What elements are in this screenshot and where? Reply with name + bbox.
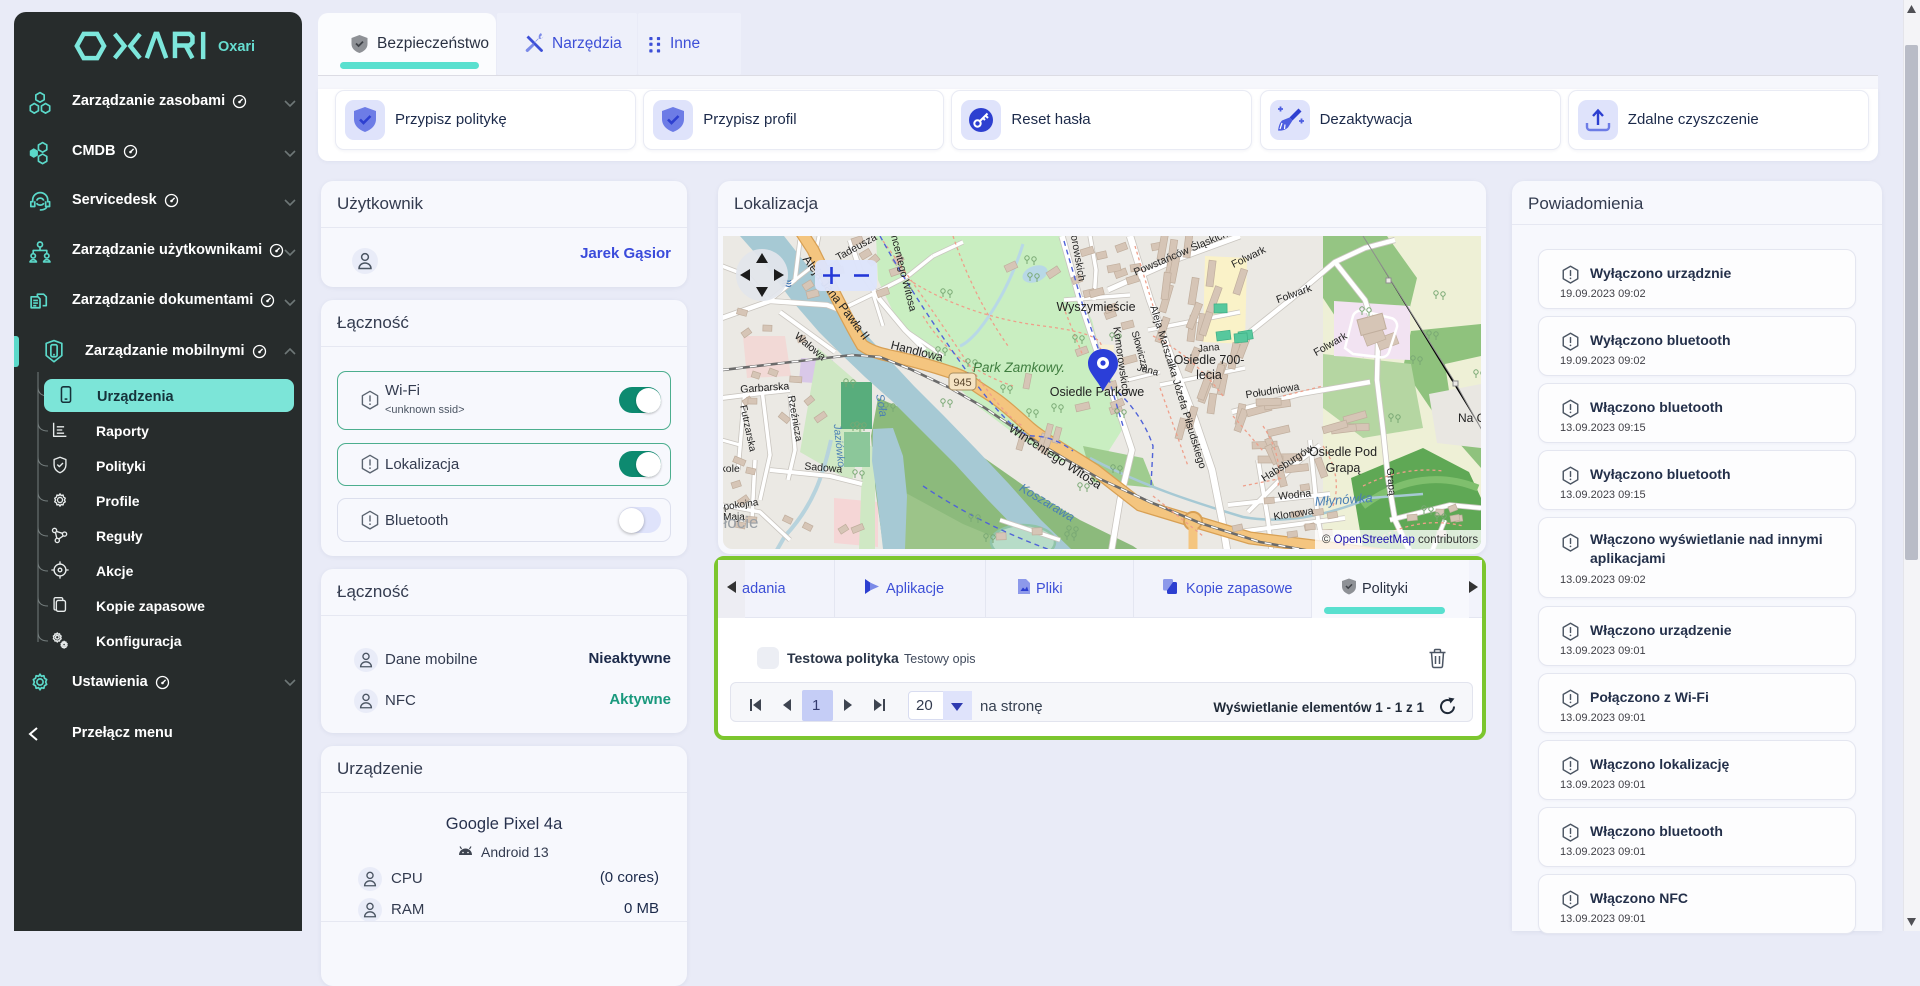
svg-text:Park Zamkowy.: Park Zamkowy. — [973, 360, 1065, 375]
svg-text:Osiedle 700-: Osiedle 700- — [1174, 353, 1245, 367]
svg-text:łocie: łocie — [724, 513, 759, 532]
svg-text:Wyszymieście: Wyszymieście — [1056, 300, 1135, 314]
svg-text:Na G: Na G — [1458, 411, 1481, 425]
svg-text:945: 945 — [953, 377, 971, 389]
svg-text:lecia: lecia — [1196, 368, 1222, 382]
svg-text:łkole: łkole — [723, 463, 740, 475]
svg-text:Grapą: Grapą — [1326, 461, 1361, 475]
svg-text:© OpenStreetMap contributors: © OpenStreetMap contributors — [1322, 534, 1478, 546]
svg-text:Osiedle Pod: Osiedle Pod — [1309, 445, 1377, 459]
